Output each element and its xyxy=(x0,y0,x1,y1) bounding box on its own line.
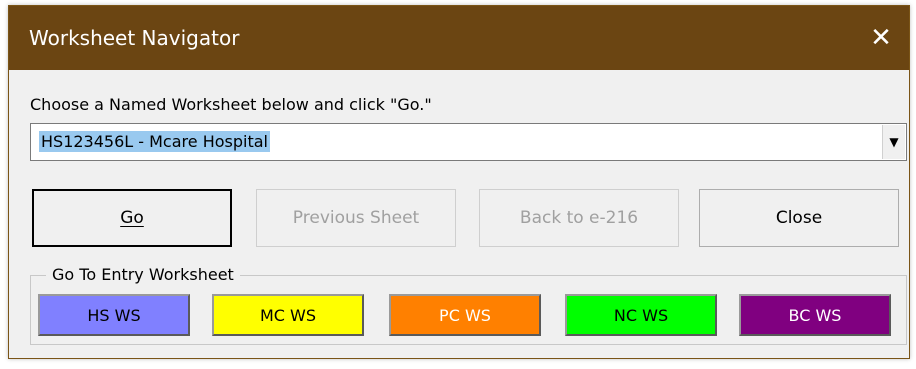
previous-sheet-button-label: Previous Sheet xyxy=(292,208,420,228)
instruction-label: Choose a Named Worksheet below and click… xyxy=(30,95,432,114)
title-bar: Worksheet Navigator ✕ xyxy=(9,6,909,70)
mc-ws-button[interactable]: MC WS xyxy=(212,294,364,336)
previous-sheet-button[interactable]: Previous Sheet xyxy=(256,189,456,247)
back-to-e216-button-label: Back to e-216 xyxy=(519,208,639,228)
close-icon[interactable]: ✕ xyxy=(853,6,909,70)
combobox-selected-value: HS123456L - Mcare Hospital xyxy=(39,131,270,152)
worksheet-navigator-dialog: Worksheet Navigator ✕ Choose a Named Wor… xyxy=(8,5,910,359)
nc-ws-button[interactable]: NC WS xyxy=(565,294,717,336)
worksheet-combobox[interactable]: HS123456L - Mcare Hospital ▼ xyxy=(30,123,907,161)
pc-ws-button[interactable]: PC WS xyxy=(389,294,541,336)
close-button[interactable]: Close xyxy=(699,189,899,247)
mc-ws-button-label: MC WS xyxy=(259,305,317,325)
window-title: Worksheet Navigator xyxy=(29,26,240,50)
bc-ws-button[interactable]: BC WS xyxy=(739,294,891,336)
chevron-down-icon[interactable]: ▼ xyxy=(882,125,905,159)
go-button[interactable]: Go xyxy=(32,189,232,247)
pc-ws-button-label: PC WS xyxy=(439,305,491,325)
hs-ws-button[interactable]: HS WS xyxy=(38,294,190,336)
groupbox-legend: Go To Entry Worksheet xyxy=(46,265,240,284)
go-button-label: Go xyxy=(120,208,144,228)
bc-ws-button-label: BC WS xyxy=(788,305,842,325)
nc-ws-button-label: NC WS xyxy=(613,305,669,325)
close-button-label: Close xyxy=(775,208,823,228)
back-to-e216-button[interactable]: Back to e-216 xyxy=(479,189,679,247)
hs-ws-button-label: HS WS xyxy=(87,305,141,325)
